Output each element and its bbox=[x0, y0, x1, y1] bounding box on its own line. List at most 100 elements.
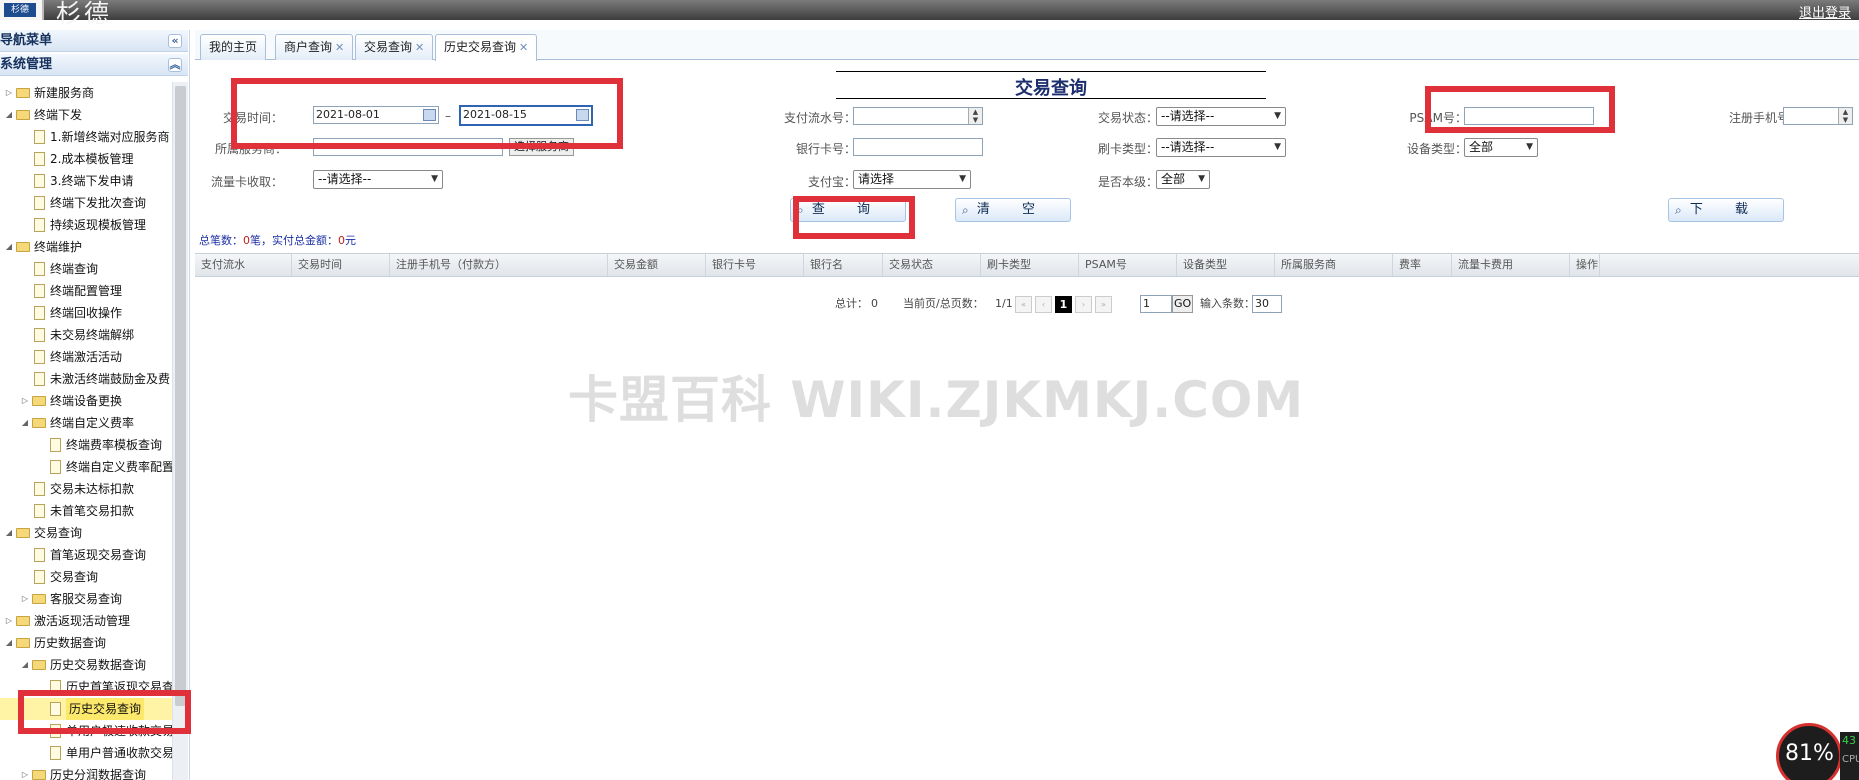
chevron-down-icon: ▼ bbox=[959, 174, 966, 184]
tree-folder[interactable]: ◢ 终端下发 bbox=[0, 104, 172, 126]
download-button[interactable]: ⌕ 下 载 bbox=[1668, 198, 1784, 222]
tree-item[interactable]: 终端费率模板查询 bbox=[0, 434, 172, 456]
column-header[interactable]: 银行卡号 bbox=[706, 254, 804, 276]
tree-folder[interactable]: ▷ 新建服务商 bbox=[0, 82, 172, 104]
column-header[interactable]: 交易状态 bbox=[883, 254, 981, 276]
tree-item[interactable]: 1.新增终端对应服务商 bbox=[0, 126, 172, 148]
tree-label: 未激活终端鼓励金及费 bbox=[50, 372, 171, 386]
tree-folder[interactable]: ◢ 交易查询 bbox=[0, 522, 172, 544]
tree-folder[interactable]: ▷ 客服交易查询 bbox=[0, 588, 172, 610]
prev-page-icon[interactable]: ‹ bbox=[1035, 296, 1052, 313]
tree-item[interactable]: 终端自定义费率配置 bbox=[0, 456, 172, 478]
tree-item[interactable]: 终端下发批次查询 bbox=[0, 192, 172, 214]
expanded-arrow-icon[interactable]: ◢ bbox=[4, 236, 14, 258]
trade-status-select[interactable]: --请选择-- ▼ bbox=[1156, 107, 1286, 126]
clear-button[interactable]: ⌕ 清 空 bbox=[955, 198, 1071, 222]
stepper-icon[interactable]: ▲ ▼ bbox=[1838, 108, 1852, 124]
pay-serial-input[interactable]: ▲ ▼ bbox=[853, 107, 983, 125]
collapsed-arrow-icon[interactable]: ▷ bbox=[4, 610, 14, 632]
collapsed-arrow-icon[interactable]: ▷ bbox=[20, 390, 30, 412]
phone-input[interactable]: ▲ ▼ bbox=[1783, 107, 1853, 125]
close-icon[interactable]: ✕ bbox=[335, 41, 344, 54]
column-header[interactable]: 设备类型 bbox=[1177, 254, 1275, 276]
collapsed-arrow-icon[interactable]: ▷ bbox=[20, 588, 30, 610]
column-header[interactable]: 支付流水 bbox=[195, 254, 292, 276]
tree-item[interactable]: 2.成本模板管理 bbox=[0, 148, 172, 170]
next-page-icon[interactable]: › bbox=[1075, 296, 1092, 313]
cpu-side-label: CPU bbox=[1842, 754, 1859, 765]
tree-item[interactable]: 持续返现模板管理 bbox=[0, 214, 172, 236]
tree-item[interactable]: 交易未达标扣款 bbox=[0, 478, 172, 500]
first-page-icon[interactable]: « bbox=[1015, 296, 1032, 313]
collapsed-arrow-icon[interactable]: ▷ bbox=[4, 82, 14, 104]
tree-folder[interactable]: ◢ 终端维护 bbox=[0, 236, 172, 258]
tree-label: 3.终端下发申请 bbox=[50, 174, 134, 188]
document-icon bbox=[50, 438, 61, 452]
column-header[interactable]: 操作 bbox=[1570, 254, 1600, 276]
close-icon[interactable]: ✕ bbox=[415, 41, 424, 54]
tree-item[interactable]: 终端回收操作 bbox=[0, 302, 172, 324]
close-icon[interactable]: ✕ bbox=[519, 41, 528, 54]
expanded-arrow-icon[interactable]: ◢ bbox=[20, 412, 30, 434]
column-header[interactable]: 银行名 bbox=[804, 254, 883, 276]
tree-label: 历史交易数据查询 bbox=[50, 658, 147, 672]
tree-folder[interactable]: ▷ 终端设备更换 bbox=[0, 390, 172, 412]
tree-item[interactable]: 未激活终端鼓励金及费 bbox=[0, 368, 172, 390]
tree-folder[interactable]: ▷ 激活返现活动管理 bbox=[0, 610, 172, 632]
tree-item[interactable]: 单用户普通收款交易 bbox=[0, 742, 172, 764]
tab-trade-query[interactable]: 交易查询 ✕ bbox=[355, 34, 434, 60]
tab-merchant-query[interactable]: 商户查询 ✕ bbox=[275, 34, 354, 60]
expanded-arrow-icon[interactable]: ◢ bbox=[4, 522, 14, 544]
tree-item[interactable]: 终端激活活动 bbox=[0, 346, 172, 368]
nav-menu-header: 导航菜单 « bbox=[0, 30, 188, 52]
logout-link[interactable]: 退出登录 bbox=[1799, 2, 1851, 21]
tree-item[interactable]: 交易查询 bbox=[0, 566, 172, 588]
collapsed-arrow-icon[interactable]: ▷ bbox=[20, 764, 30, 780]
tree-folder[interactable]: ◢ 终端自定义费率 bbox=[0, 412, 172, 434]
expanded-arrow-icon[interactable]: ◢ bbox=[4, 104, 14, 126]
page-title: 交易查询 bbox=[1015, 78, 1087, 99]
scrollbar-thumb[interactable] bbox=[175, 86, 186, 706]
column-header[interactable]: 刷卡类型 bbox=[981, 254, 1079, 276]
system-section-header[interactable]: 系统管理 ︽ bbox=[0, 54, 188, 76]
collapse-left-icon[interactable]: « bbox=[168, 34, 182, 48]
tree-scrollbar[interactable] bbox=[172, 82, 188, 780]
tree-item[interactable]: 未交易终端解绑 bbox=[0, 324, 172, 346]
own-level-select[interactable]: 全部 ▼ bbox=[1156, 170, 1210, 189]
tree-item[interactable]: 未首笔交易扣款 bbox=[0, 500, 172, 522]
tab-home[interactable]: 我的主页 bbox=[200, 34, 267, 60]
go-button[interactable]: GO bbox=[1172, 295, 1194, 313]
tree-item[interactable]: 3.终端下发申请 bbox=[0, 170, 172, 192]
cpu-side-top: 43 bbox=[1842, 734, 1856, 747]
card-type-select[interactable]: --请选择-- ▼ bbox=[1156, 138, 1286, 157]
goto-page-input[interactable]: 1 bbox=[1140, 295, 1172, 313]
tree-folder[interactable]: ◢ 历史数据查询 bbox=[0, 632, 172, 654]
alipay-select[interactable]: 请选择 ▼ bbox=[853, 170, 971, 189]
document-icon bbox=[34, 262, 45, 276]
device-type-select[interactable]: 全部 ▼ bbox=[1464, 138, 1538, 157]
last-page-icon[interactable]: » bbox=[1095, 296, 1112, 313]
tree-folder[interactable]: ◢ 历史交易数据查询 bbox=[0, 654, 172, 676]
document-icon bbox=[34, 328, 45, 342]
tree-item[interactable]: 终端配置管理 bbox=[0, 280, 172, 302]
current-page-button[interactable]: 1 bbox=[1055, 296, 1072, 313]
column-header[interactable]: 交易金额 bbox=[608, 254, 706, 276]
column-header[interactable]: 费率 bbox=[1393, 254, 1452, 276]
bank-card-input[interactable] bbox=[853, 138, 983, 156]
stepper-icon[interactable]: ▲ ▼ bbox=[968, 108, 982, 124]
folder-icon bbox=[16, 616, 30, 626]
column-header[interactable]: PSAM号 bbox=[1079, 254, 1177, 276]
column-header[interactable]: 流量卡费用 bbox=[1452, 254, 1570, 276]
column-header[interactable]: 交易时间 bbox=[292, 254, 390, 276]
column-header[interactable]: 注册手机号（付款方） bbox=[390, 254, 608, 276]
expanded-arrow-icon[interactable]: ◢ bbox=[4, 632, 14, 654]
tree-item[interactable]: 终端查询 bbox=[0, 258, 172, 280]
page-size-input[interactable]: 30 bbox=[1252, 295, 1282, 313]
expanded-arrow-icon[interactable]: ◢ bbox=[20, 654, 30, 676]
tree-item[interactable]: 首笔返现交易查询 bbox=[0, 544, 172, 566]
collapse-up-icon[interactable]: ︽ bbox=[168, 58, 182, 72]
flow-card-select[interactable]: --请选择-- ▼ bbox=[313, 170, 443, 189]
tree-folder[interactable]: ▷ 历史分润数据查询 bbox=[0, 764, 172, 780]
column-header[interactable]: 所属服务商 bbox=[1275, 254, 1393, 276]
tab-history-trade-query[interactable]: 历史交易查询 ✕ bbox=[435, 34, 538, 61]
